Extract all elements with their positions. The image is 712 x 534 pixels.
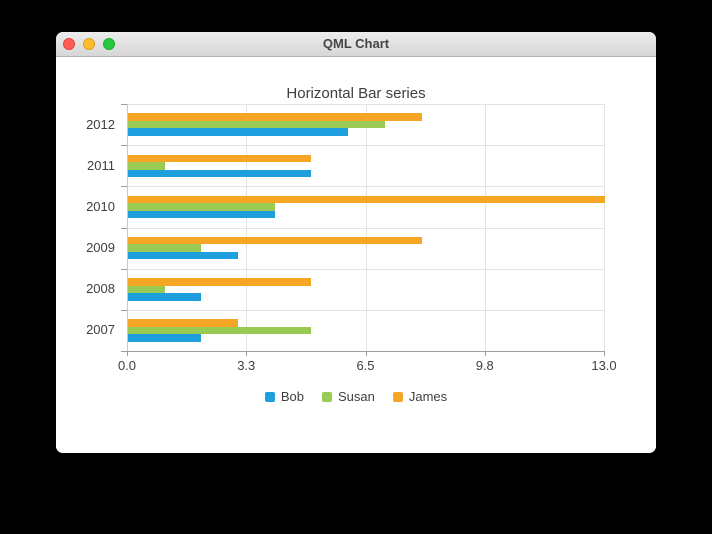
bar-bob-2007 bbox=[128, 334, 201, 342]
bar-james-2011 bbox=[128, 155, 311, 163]
bar-bob-2008 bbox=[128, 293, 201, 301]
gridline-vertical bbox=[366, 104, 367, 351]
legend-label: Bob bbox=[281, 389, 304, 404]
app-window: QML Chart Horizontal Bar series 0.0 3.3 6.5… bbox=[56, 32, 656, 453]
x-axis-tick bbox=[246, 351, 247, 356]
legend-label: James bbox=[409, 389, 447, 404]
x-tick-label: 13.0 bbox=[582, 358, 626, 373]
legend-label: Susan bbox=[338, 389, 375, 404]
bar-bob-2011 bbox=[128, 170, 311, 178]
category-label: 2009 bbox=[56, 240, 115, 256]
bar-bob-2010 bbox=[128, 211, 275, 219]
category-label: 2012 bbox=[56, 117, 115, 133]
category-label: 2011 bbox=[56, 158, 115, 174]
legend-marker-susan bbox=[322, 392, 332, 402]
bar-susan-2007 bbox=[128, 327, 311, 335]
bar-james-2012 bbox=[128, 113, 422, 121]
bar-bob-2009 bbox=[128, 252, 238, 260]
bar-susan-2010 bbox=[128, 203, 275, 211]
chart-title: Horizontal Bar series bbox=[56, 85, 656, 102]
bar-james-2010 bbox=[128, 196, 605, 204]
x-tick-label: 6.5 bbox=[344, 358, 388, 373]
bar-james-2007 bbox=[128, 319, 238, 327]
chart-canvas: Horizontal Bar series 0.0 3.3 6.5 9.8 13.0 201… bbox=[56, 57, 656, 453]
gridline-vertical bbox=[604, 104, 605, 351]
legend-marker-james bbox=[393, 392, 403, 402]
bar-james-2008 bbox=[128, 278, 311, 286]
legend: Bob Susan James bbox=[56, 389, 656, 404]
x-axis-tick bbox=[604, 351, 605, 356]
gridline-vertical bbox=[246, 104, 247, 351]
bar-susan-2009 bbox=[128, 244, 201, 252]
legend-marker-bob bbox=[265, 392, 275, 402]
x-tick-label: 0.0 bbox=[105, 358, 149, 373]
gridline-vertical bbox=[485, 104, 486, 351]
bar-bob-2012 bbox=[128, 128, 348, 136]
x-axis-tick bbox=[127, 351, 128, 356]
y-axis-line bbox=[127, 104, 128, 351]
legend-item-susan: Susan bbox=[322, 389, 375, 404]
x-tick-label: 9.8 bbox=[463, 358, 507, 373]
category-label: 2010 bbox=[56, 199, 115, 215]
category-label: 2007 bbox=[56, 322, 115, 338]
legend-item-james: James bbox=[393, 389, 447, 404]
bar-susan-2012 bbox=[128, 121, 385, 129]
bar-susan-2008 bbox=[128, 286, 165, 294]
x-tick-label: 3.3 bbox=[224, 358, 268, 373]
window-title: QML Chart bbox=[56, 32, 656, 56]
category-label: 2008 bbox=[56, 281, 115, 297]
x-axis-tick bbox=[485, 351, 486, 356]
x-axis-tick bbox=[366, 351, 367, 356]
bar-james-2009 bbox=[128, 237, 422, 245]
bar-susan-2011 bbox=[128, 162, 165, 170]
legend-item-bob: Bob bbox=[265, 389, 304, 404]
title-bar[interactable]: QML Chart bbox=[56, 32, 656, 57]
